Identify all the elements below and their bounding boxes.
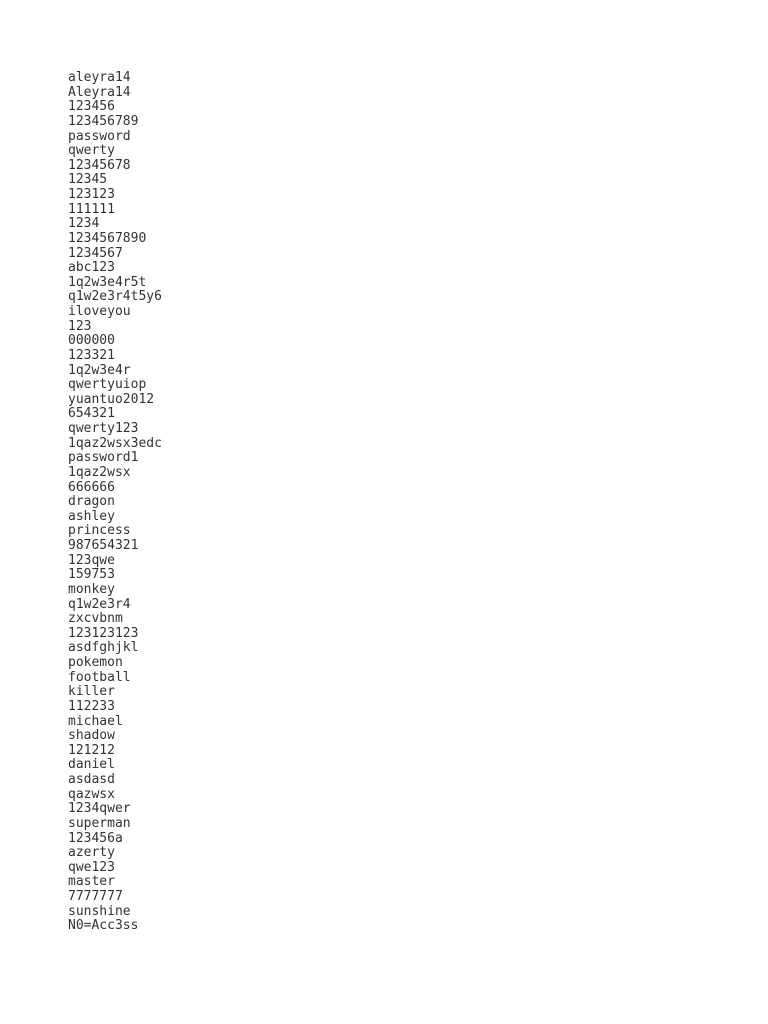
text-line: q1w2e3r4	[68, 596, 131, 612]
text-line: 1234567	[68, 245, 123, 261]
text-line: princess	[68, 523, 131, 539]
text-line: 987654321	[68, 538, 139, 553]
text-line: abc123	[68, 260, 115, 276]
text-line: killer	[68, 684, 115, 700]
text-line: password1	[68, 450, 139, 466]
text-line: 7777777	[68, 889, 123, 904]
text-line: 123456789	[68, 113, 139, 129]
text-line: qwe123	[68, 859, 115, 875]
text-line: qwerty	[68, 143, 115, 159]
text-line: 1qaz2wsx3edc	[68, 435, 162, 451]
text-line: aleyra14	[68, 70, 131, 85]
text-line: asdasd	[68, 772, 115, 787]
text-line: 666666	[68, 479, 115, 495]
text-line: 159753	[68, 567, 115, 583]
document-page: aleyra14 Aleyra14 123456 123456789 password q…	[0, 0, 768, 1024]
text-line: azerty	[68, 845, 115, 861]
text-line: football	[68, 669, 131, 685]
text-line: iloveyou	[68, 304, 131, 319]
text-line: pokemon	[68, 655, 123, 670]
text-line: 1234567890	[68, 230, 147, 246]
text-line: 123321	[68, 347, 115, 363]
text-line: daniel	[68, 757, 115, 773]
password-list: aleyra14 Aleyra14 123456 123456789 password q…	[68, 70, 162, 934]
text-line: q1w2e3r4t5y6	[68, 289, 162, 305]
text-line: 123123	[68, 187, 115, 202]
text-line: 1234qwer	[68, 801, 131, 817]
text-line: 1qaz2wsx	[68, 464, 131, 480]
text-line: 121212	[68, 742, 115, 758]
text-line: superman	[68, 815, 131, 831]
text-line: 123456a	[68, 830, 123, 846]
text-line: 1q2w3e4r5t	[68, 274, 147, 290]
text-line: 654321	[68, 406, 115, 422]
text-line: 123qwe	[68, 552, 115, 568]
text-line: qazwsx	[68, 786, 115, 802]
text-line: 123123123	[68, 625, 139, 641]
text-line: master	[68, 874, 115, 890]
text-line: 123456	[68, 99, 115, 115]
text-line: yuantuo2012	[68, 391, 155, 407]
text-line: qwerty123	[68, 421, 139, 436]
text-line: michael	[68, 713, 123, 729]
text-line: N0=Acc3ss	[68, 918, 139, 934]
text-line: 12345678	[68, 157, 131, 173]
text-line: sunshine	[68, 903, 131, 919]
text-line: 123	[68, 318, 92, 334]
text-line: 1q2w3e4r	[68, 362, 131, 378]
text-line: 12345	[68, 172, 108, 188]
text-line: 1234	[68, 216, 100, 232]
text-line: shadow	[68, 728, 115, 744]
text-line: monkey	[68, 581, 115, 597]
text-line: password	[68, 128, 131, 144]
text-line: 112233	[68, 698, 115, 714]
text-line: zxcvbnm	[68, 611, 123, 627]
text-line: Aleyra14	[68, 84, 131, 100]
text-line: 000000	[68, 333, 115, 349]
text-line: asdfghjkl	[68, 640, 139, 656]
text-line: qwertyuiop	[68, 377, 147, 393]
text-line: 111111	[68, 201, 115, 217]
text-line: ashley	[68, 508, 115, 524]
text-line: dragon	[68, 494, 115, 510]
